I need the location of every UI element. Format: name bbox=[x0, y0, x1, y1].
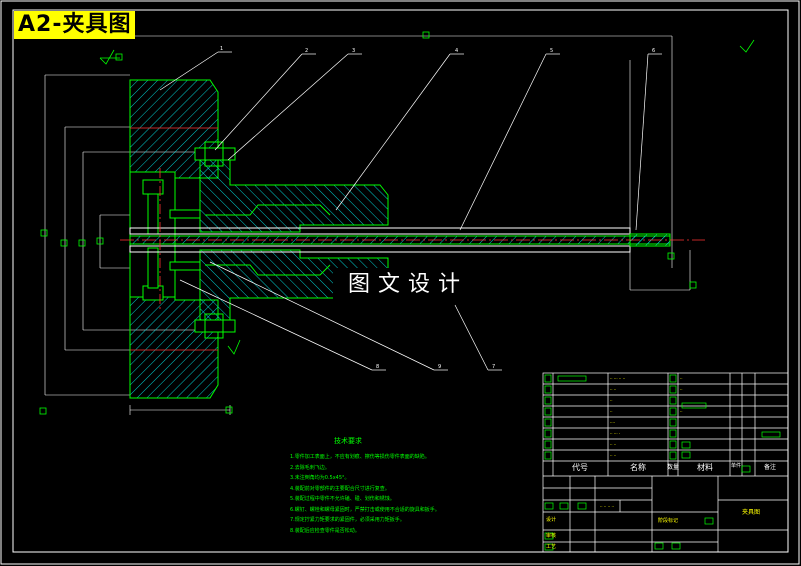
balloon-1: 1 bbox=[220, 46, 223, 52]
balloon-9: 9 bbox=[438, 364, 441, 370]
tb-drawing-name: 夹具图 bbox=[742, 509, 761, 516]
watermark-text: 图文设计 bbox=[333, 268, 483, 302]
svg-text:·· ·· ·· ··: ·· ·· ·· ·· bbox=[600, 504, 614, 509]
svg-text:··: ·· bbox=[680, 387, 683, 392]
balloon-8: 8 bbox=[376, 364, 379, 370]
tech-requirement-line: 2.去除毛刺飞边。 bbox=[290, 464, 330, 471]
tb-design: 设计 bbox=[546, 517, 557, 523]
svg-text:··: ·· bbox=[680, 409, 683, 414]
tb-col-weight: 单件 bbox=[731, 463, 742, 469]
tb-col-name: 名称 bbox=[630, 463, 646, 472]
svg-text:····: ···· bbox=[610, 420, 615, 425]
svg-text:··: ·· bbox=[680, 376, 683, 381]
balloon-2: 2 bbox=[305, 48, 308, 54]
svg-text:·· ··· ·: ·· ··· · bbox=[610, 431, 620, 436]
balloon-3: 3 bbox=[352, 48, 355, 54]
tech-requirement-line: 8.装配后应检查零件是否松动。 bbox=[290, 527, 360, 534]
svg-text:··: ·· bbox=[610, 409, 613, 414]
tech-requirement-line: 4.装配前对零部件的主要配合尺寸进行复查。 bbox=[290, 485, 390, 492]
tb-craft: 工艺 bbox=[546, 544, 557, 550]
tech-requirement-line: 1.零件加工表面上，不应有划痕、擦伤等损伤零件表面的缺陷。 bbox=[290, 454, 430, 460]
drawing-title: A2-夹具图 bbox=[14, 11, 136, 39]
tech-requirement-line: 7.规定拧紧力矩要求的紧固件，必须采用力矩扳手。 bbox=[290, 517, 405, 523]
balloon-6: 6 bbox=[652, 48, 655, 54]
title-block-small-text: ·· ··· ·· ·· ·· ·· ·· ·· ···· ·· ··· · ·… bbox=[548, 376, 683, 521]
tb-check: 审核 bbox=[546, 533, 557, 539]
tech-requirements: 技术要求 1.零件加工表面上，不应有划痕、擦伤等损伤零件表面的缺陷。 2.去除毛… bbox=[290, 436, 440, 536]
tb-col-material: 材料 bbox=[697, 463, 713, 472]
balloon-7: 7 bbox=[492, 364, 495, 370]
balloon-4: 4 bbox=[455, 48, 458, 54]
balloon-5: 5 bbox=[550, 48, 553, 54]
tb-stage-label: 阶段标记 bbox=[658, 518, 679, 524]
svg-text:·· ··: ·· ·· bbox=[610, 387, 616, 392]
svg-text:·· ··· ·· ··: ·· ··· ·· ·· bbox=[610, 376, 625, 381]
tech-requirement-line: 5.装配过程中零件不允许磕、碰、划伤和锈蚀。 bbox=[290, 496, 395, 502]
svg-text:·· ··: ·· ·· bbox=[610, 453, 616, 458]
tb-col-remark: 备注 bbox=[764, 464, 777, 471]
tech-requirements-heading: 技术要求 bbox=[334, 437, 362, 445]
svg-text:·· ··: ·· ·· bbox=[610, 442, 616, 447]
tech-requirement-line: 6.螺钉、螺栓和螺母紧固时，严禁打击或使用不合适的旋具和扳手。 bbox=[290, 506, 440, 513]
svg-text:··: ·· bbox=[610, 398, 613, 403]
tb-col-code: 代号 bbox=[572, 463, 588, 472]
tech-requirement-line: 3.未注倒角均为0.5x45°。 bbox=[290, 475, 350, 481]
tb-col-qty: 数量 bbox=[667, 464, 680, 471]
